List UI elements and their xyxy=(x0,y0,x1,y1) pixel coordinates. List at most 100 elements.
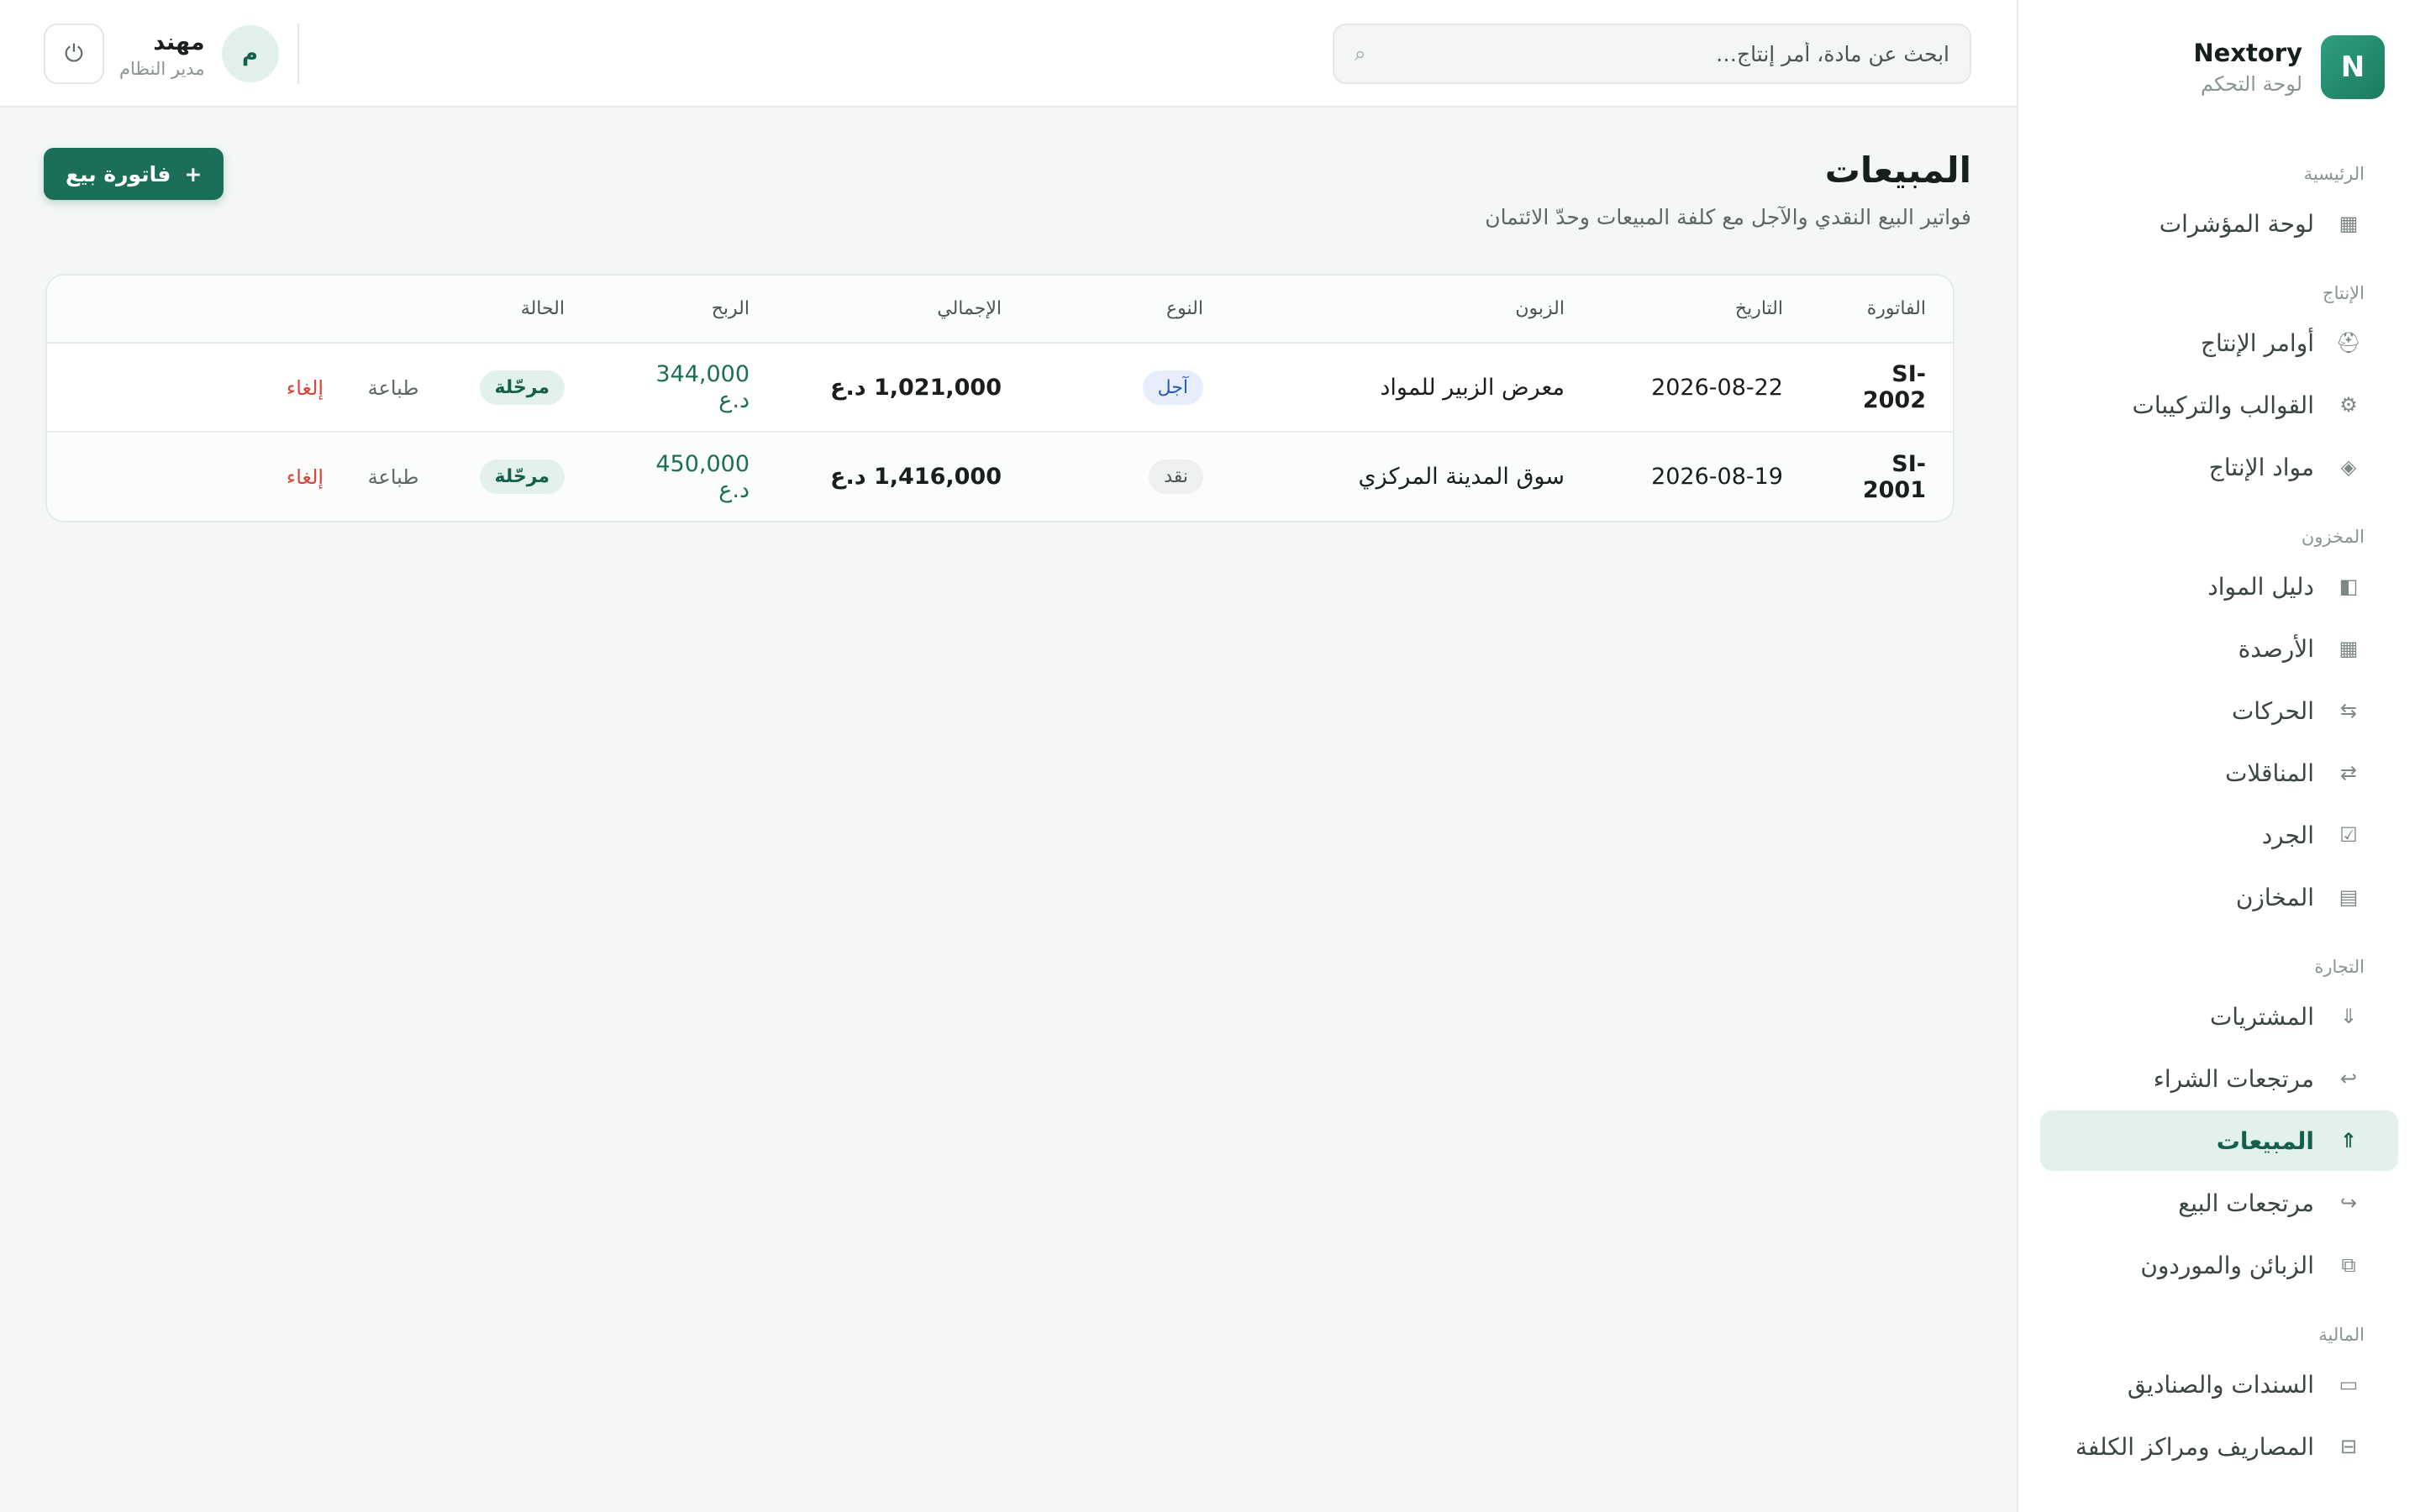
sidebar-item[interactable]: ▭ السندات والصناديق xyxy=(2040,1354,2398,1415)
cancel-button[interactable]: إلغاء xyxy=(287,376,324,400)
column-header: التاريخ xyxy=(1591,276,1810,344)
logout-button[interactable]: ⏻ xyxy=(44,24,104,84)
nav-section: التجارة ⇓ المشتريات ↩ مرتجعات الشراء ⇑ المبيعا… xyxy=(2040,948,2398,1295)
sidebar-item-label: مرتجعات الشراء xyxy=(2153,1064,2314,1093)
column-header: الإجمالي xyxy=(776,276,1028,344)
brand-name: Nextory xyxy=(2193,39,2302,67)
power-icon: ⏻ xyxy=(64,39,84,66)
sidebar-item-label: المصاريف ومراكز الكلفة xyxy=(2075,1432,2314,1461)
main-content: المبيعات فواتير البيع النقدي والآجل مع ك… xyxy=(0,108,2017,1512)
sidebar-item-label: الأرصدة xyxy=(2238,634,2314,663)
sidebar-item[interactable]: ⇄ المناقلات xyxy=(2040,743,2398,803)
page-title: المبيعات xyxy=(1824,150,1971,191)
table-body: SI-2002 2026-08-22 معرض الزبير للمواد آج… xyxy=(47,343,1953,521)
sidebar-item-label: لوحة المؤشرات xyxy=(2159,209,2314,238)
print-button[interactable]: طباعة xyxy=(368,465,419,489)
sidebar-item[interactable]: ◈ مواد الإنتاج xyxy=(2040,437,2398,497)
user-name: مهند xyxy=(153,29,205,55)
search-input[interactable] xyxy=(1389,41,1949,66)
avatar[interactable]: م xyxy=(221,25,279,82)
return-alt-icon: ↪ xyxy=(2339,1191,2358,1215)
sidebar-item[interactable]: ☑ الجرد xyxy=(2040,805,2398,865)
arrow-up-icon: ⇑ xyxy=(2339,1129,2358,1152)
sidebar-item-label: القوالب والتركيبات xyxy=(2132,391,2315,419)
checkbox-icon: ☑ xyxy=(2339,823,2358,847)
sidebar-item[interactable]: ⇆ الحركات xyxy=(2040,680,2398,741)
gear-icon: ⚙ xyxy=(2339,393,2358,417)
diamond-icon: ◈ xyxy=(2340,455,2357,479)
divider xyxy=(297,24,299,84)
column-header: الزبون xyxy=(1230,276,1591,344)
return-icon: ↩ xyxy=(2339,1067,2358,1090)
column-header xyxy=(47,276,453,344)
brand: N Nextory لوحة التحكم xyxy=(2040,0,2398,134)
nav-section-heading: المخزون xyxy=(2301,527,2365,547)
sidebar-item[interactable]: ▦ لوحة المؤشرات xyxy=(2040,193,2398,254)
sidebar-item[interactable]: ↩ مرتجعات الشراء xyxy=(2040,1048,2398,1109)
column-header: النوع xyxy=(1028,276,1230,344)
sidebar-item-label: الحركات xyxy=(2231,696,2314,725)
nav-section: المالية ▭ السندات والصناديق ⊟ المصاريف ومراك… xyxy=(2040,1315,2398,1477)
search-box: ⌕ xyxy=(1333,24,1971,84)
sidebar-item[interactable]: ◧ دليل المواد xyxy=(2040,556,2398,617)
grid-icon: ▦ xyxy=(2338,212,2359,235)
sidebar-item[interactable]: ↪ مرتجعات البيع xyxy=(2040,1173,2398,1233)
nav-section-heading: المالية xyxy=(2318,1325,2365,1345)
sidebar-item[interactable]: ⇓ المشتريات xyxy=(2040,986,2398,1047)
status-badge: مرحّلة xyxy=(479,370,565,405)
sidebar-item[interactable]: ⧉ الزبائن والموردون xyxy=(2040,1235,2398,1295)
sidebar-item-label: دليل المواد xyxy=(2207,572,2314,601)
sidebar-item[interactable]: ▦ الأرصدة xyxy=(2040,618,2398,679)
print-button[interactable]: طباعة xyxy=(368,376,419,400)
worker-icon: ⛑ xyxy=(2335,331,2362,354)
sidebar-item[interactable]: ⇑ المبيعات xyxy=(2040,1110,2398,1171)
brand-logo: N xyxy=(2321,35,2385,99)
transfer-icon: ⇄ xyxy=(2339,761,2358,785)
sales-table: الفاتورة التاريخ الزبون النوع الإجمالي الربح ا… xyxy=(47,276,1953,521)
sidebar-item[interactable]: ⊟ المصاريف ومراكز الكلفة xyxy=(2040,1416,2398,1477)
invoice-number[interactable]: SI-2001 xyxy=(1810,432,1953,521)
cash-icon: ▭ xyxy=(2338,1373,2359,1396)
new-sales-invoice-label: فاتورة بيع xyxy=(66,161,171,186)
sidebar-item-label: السندات والصناديق xyxy=(2127,1370,2314,1399)
invoice-date: 2026-08-19 xyxy=(1591,432,1810,521)
contacts-icon: ⧉ xyxy=(2341,1253,2356,1277)
nav-section: الإنتاج ⛑ أوامر الإنتاج ⚙ القوالب والتركيبات… xyxy=(2040,274,2398,497)
table-row[interactable]: SI-2002 2026-08-22 معرض الزبير للمواد آج… xyxy=(47,343,1953,433)
actions-cell: طباعة إلغاء xyxy=(47,432,453,521)
user-info: مهند مدير النظام xyxy=(119,29,205,79)
nav-section: الرئيسية ▦ لوحة المؤشرات xyxy=(2040,155,2398,254)
topbar: ⌕ ⏻ مهند مدير النظام م xyxy=(0,0,2017,108)
sidebar: N Nextory لوحة التحكم الرئيسية ▦ لوحة المؤ… xyxy=(2017,0,2420,1512)
cancel-button[interactable]: إلغاء xyxy=(287,465,324,489)
sidebar-item-label: المبيعات xyxy=(2216,1126,2314,1155)
invoice-total: 1,021,000 د.ع xyxy=(776,343,1028,433)
grid-icon: ▦ xyxy=(2338,637,2359,660)
type-cell: آجل xyxy=(1028,343,1230,433)
invoice-total: 1,416,000 د.ع xyxy=(776,432,1028,521)
invoice-date: 2026-08-22 xyxy=(1591,343,1810,433)
sidebar-item-label: مرتجعات البيع xyxy=(2178,1189,2314,1217)
invoice-number[interactable]: SI-2002 xyxy=(1810,343,1953,433)
sales-table-card: الفاتورة التاريخ الزبون النوع الإجمالي الربح ا… xyxy=(45,274,1954,522)
type-badge: نقد xyxy=(1149,459,1203,494)
sidebar-item[interactable]: ▤ المخازن xyxy=(2040,867,2398,927)
sidebar-item[interactable]: ⛑ أوامر الإنتاج xyxy=(2040,312,2398,373)
sidebar-item-label: مواد الإنتاج xyxy=(2208,453,2314,481)
plus-icon: + xyxy=(184,161,203,186)
column-header: الحالة xyxy=(452,276,592,344)
user-area: ⏻ مهند مدير النظام م xyxy=(44,24,299,84)
status-cell: مرحّلة xyxy=(452,343,592,433)
sidebar-item-label: المناقلات xyxy=(2225,759,2314,787)
table-header-row: الفاتورة التاريخ الزبون النوع الإجمالي الربح ا… xyxy=(47,276,1953,344)
customer-name: معرض الزبير للمواد xyxy=(1230,343,1591,433)
table-row[interactable]: SI-2001 2026-08-19 سوق المدينة المركزي ن… xyxy=(47,432,1953,521)
brand-subtitle: لوحة التحكم xyxy=(2201,72,2302,96)
arrow-down-icon: ⇓ xyxy=(2339,1005,2358,1028)
sidebar-item-label: المشتريات xyxy=(2209,1002,2314,1031)
sidebar-item-label: المخازن xyxy=(2235,883,2314,911)
movements-icon: ⇆ xyxy=(2339,699,2358,722)
sidebar-item[interactable]: ⚙ القوالب والتركيبات xyxy=(2040,375,2398,435)
new-sales-invoice-button[interactable]: + فاتورة بيع xyxy=(44,148,224,200)
nav-section-heading: الرئيسية xyxy=(2303,164,2365,184)
